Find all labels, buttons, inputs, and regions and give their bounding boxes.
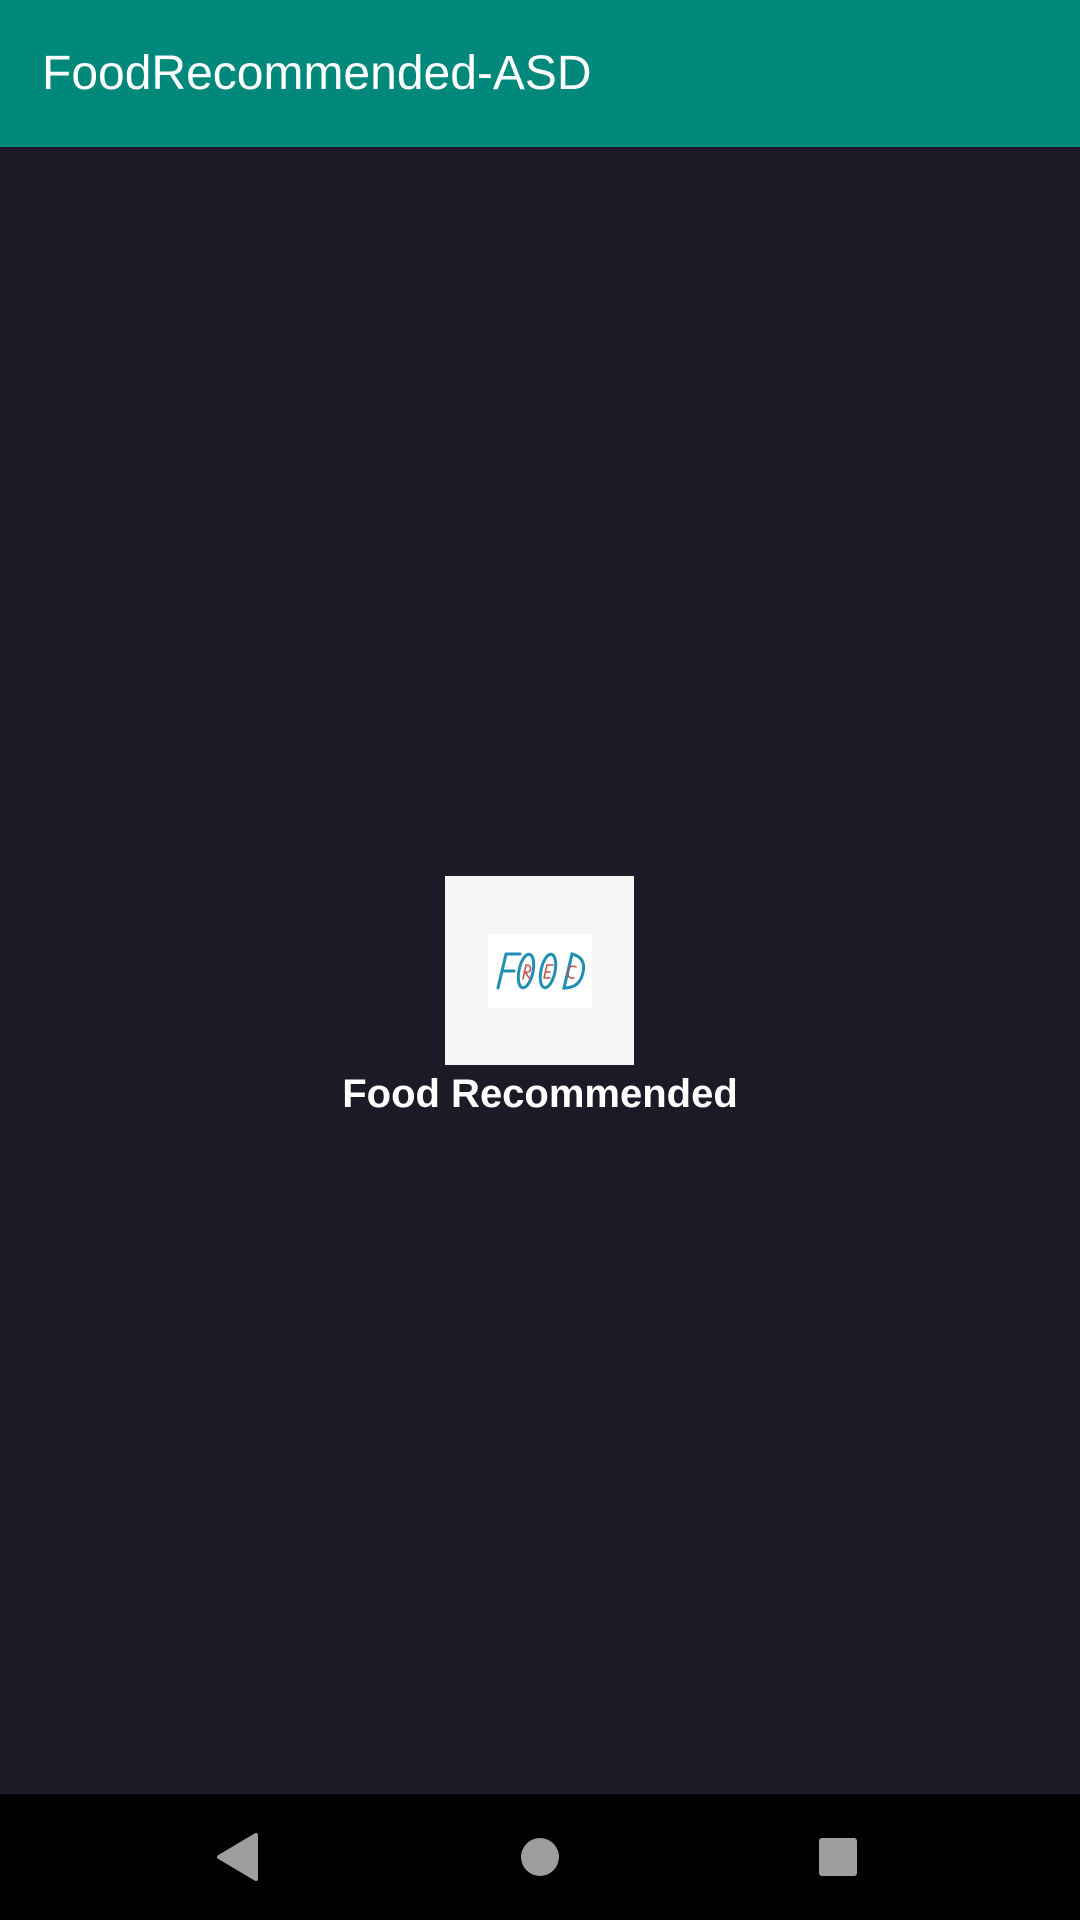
home-icon[interactable] [500, 1817, 580, 1897]
splash-title: Food Recommended [342, 1072, 738, 1116]
back-icon[interactable] [198, 1817, 278, 1897]
recents-icon[interactable] [798, 1817, 878, 1897]
system-nav-bar [0, 1794, 1080, 1920]
app-bar: FoodRecommended-ASD [0, 0, 1080, 147]
food-rec-logo-icon [488, 934, 592, 1008]
app-title: FoodRecommended-ASD [42, 47, 592, 100]
app-logo [445, 876, 634, 1065]
